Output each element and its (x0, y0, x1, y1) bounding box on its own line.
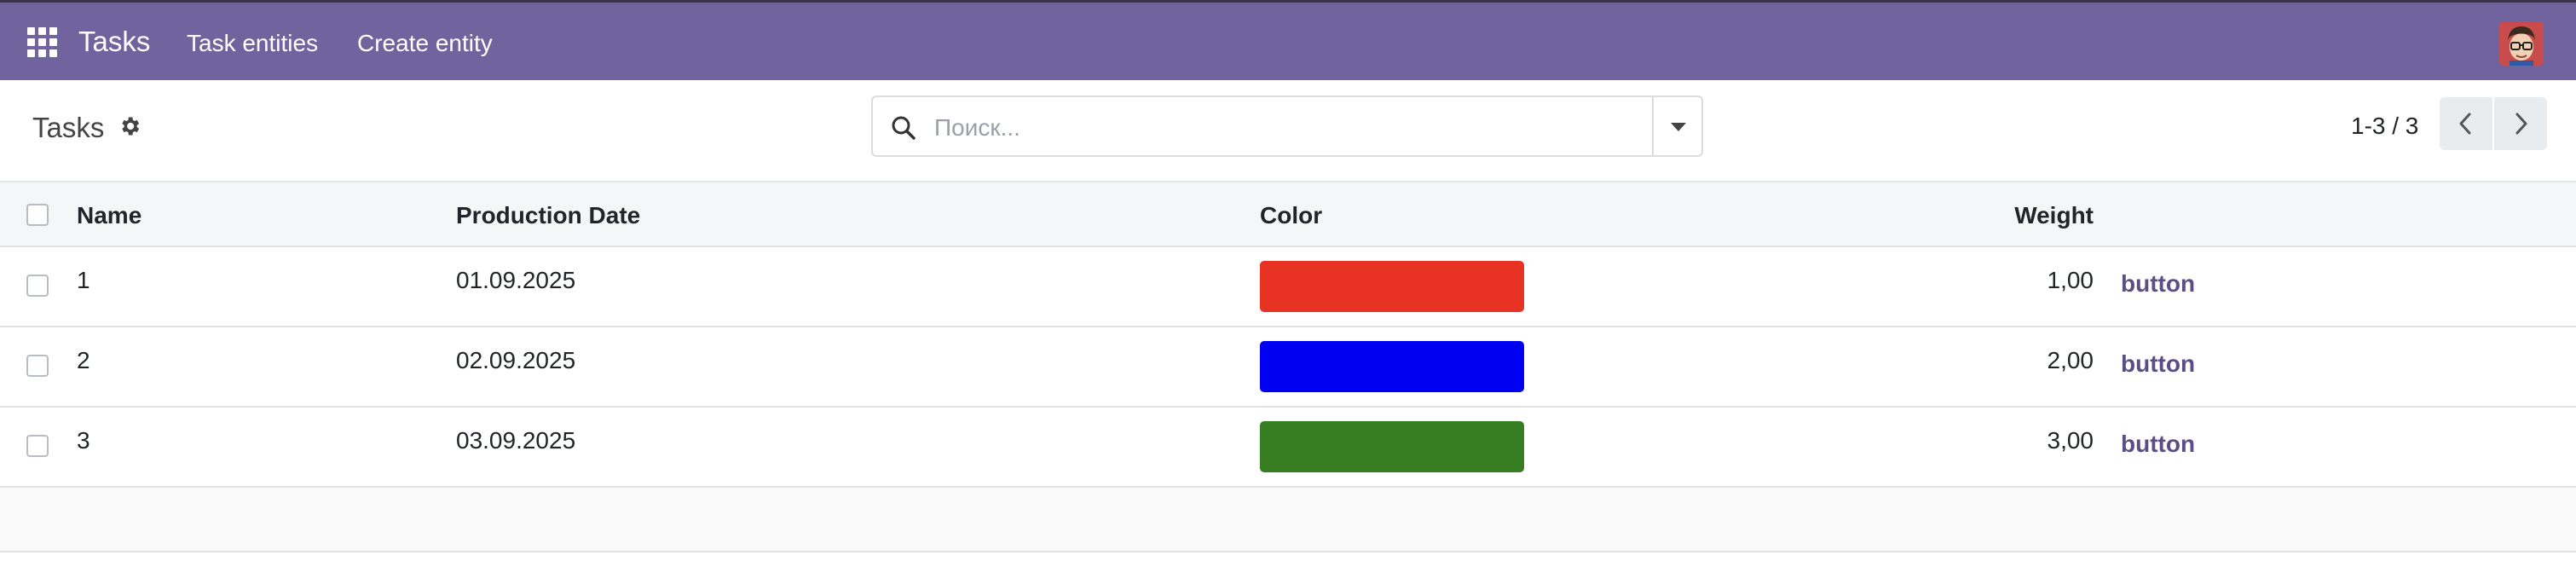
cell-weight: 3,00 (2047, 427, 2094, 454)
row-checkbox[interactable] (26, 435, 49, 457)
table-row[interactable]: 3 03.09.2025 3,00 button (0, 408, 2576, 488)
cell-production-date: 01.09.2025 (456, 267, 576, 293)
search-options-toggle[interactable] (1652, 97, 1701, 155)
table-row[interactable]: 2 02.09.2025 2,00 button (0, 327, 2576, 408)
color-swatch (1260, 341, 1524, 392)
row-checkbox[interactable] (26, 275, 49, 297)
chevron-right-icon (2515, 113, 2527, 135)
cell-name: 1 (77, 267, 90, 293)
color-swatch (1260, 421, 1524, 472)
page-title: Tasks (32, 112, 105, 143)
menu-create-entity[interactable]: Create entity (357, 29, 493, 58)
cell-name: 3 (77, 427, 90, 454)
table-footer (0, 488, 2576, 552)
menu-task-entities[interactable]: Task entities (187, 29, 318, 58)
search-bar (871, 95, 1703, 157)
cell-weight: 2,00 (2047, 347, 2094, 373)
table-row[interactable]: 1 01.09.2025 1,00 button (0, 247, 2576, 327)
column-header-production-date[interactable]: Production Date (456, 201, 640, 230)
cell-production-date: 02.09.2025 (456, 347, 576, 373)
cell-weight: 1,00 (2047, 267, 2094, 293)
cell-production-date: 03.09.2025 (456, 427, 576, 454)
pager-next-button[interactable] (2494, 97, 2547, 150)
cell-name: 2 (77, 347, 90, 373)
row-action-button[interactable]: button (2121, 269, 2195, 298)
table-header: Name Production Date Color Weight (0, 182, 2576, 247)
apps-menu-icon[interactable] (27, 27, 58, 58)
column-header-name[interactable]: Name (77, 201, 142, 230)
control-panel: Tasks 1-3 / 3 (0, 80, 2576, 182)
user-avatar[interactable] (2499, 21, 2544, 66)
app-title[interactable]: Tasks (78, 25, 150, 59)
column-header-weight[interactable]: Weight (2014, 201, 2094, 230)
column-header-color[interactable]: Color (1260, 201, 1322, 230)
gear-icon[interactable] (118, 114, 142, 138)
caret-down-icon (1671, 123, 1686, 131)
color-swatch (1260, 261, 1524, 312)
search-icon (890, 114, 917, 142)
chevron-left-icon (2459, 113, 2471, 135)
search-input[interactable] (934, 109, 1650, 147)
pager-value[interactable]: 1-3 / 3 (2351, 109, 2418, 143)
top-navbar: Tasks Task entities Create entity (0, 0, 2576, 80)
select-all-checkbox[interactable] (26, 204, 49, 226)
pager-previous-button[interactable] (2440, 97, 2492, 150)
row-action-button[interactable]: button (2121, 430, 2195, 459)
row-checkbox[interactable] (26, 355, 49, 377)
row-action-button[interactable]: button (2121, 350, 2195, 379)
